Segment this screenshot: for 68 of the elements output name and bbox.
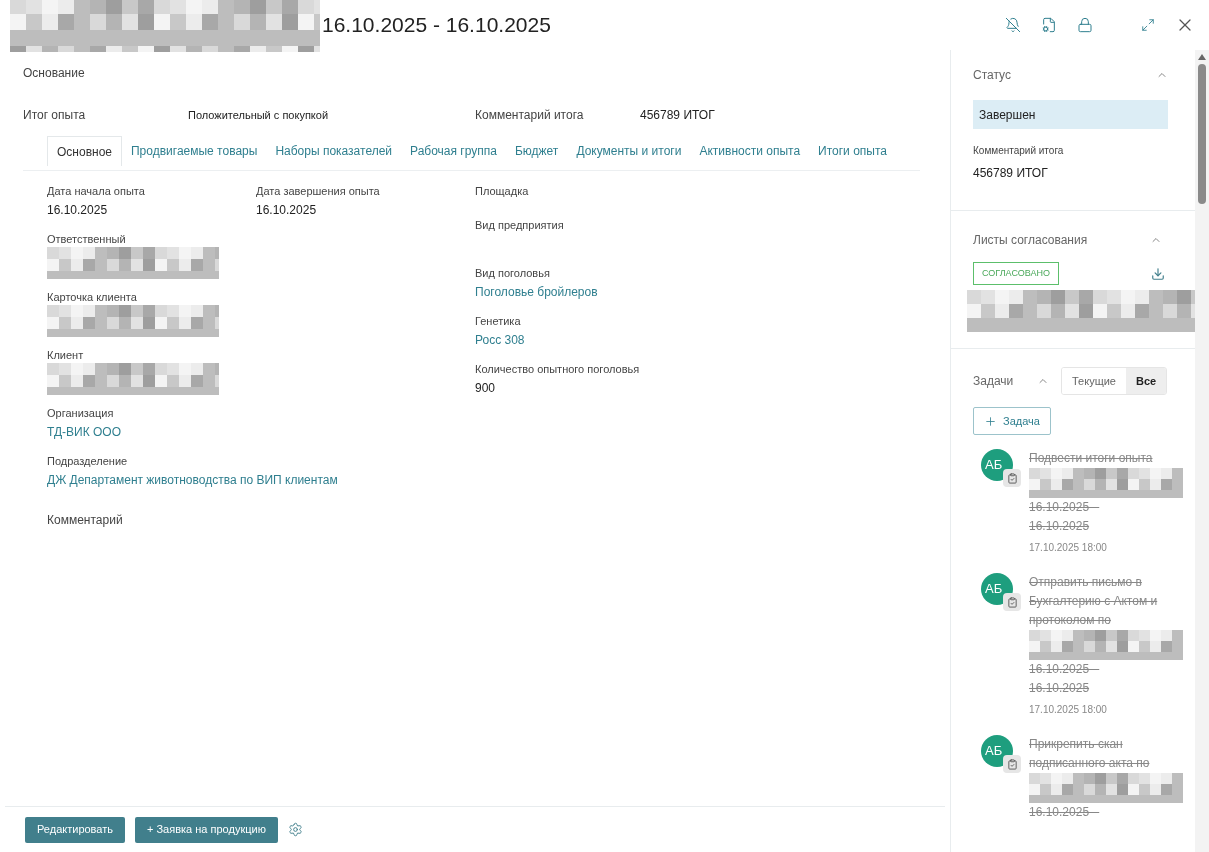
clipboard-icon (1003, 755, 1021, 773)
action-button[interactable]: + Заявка на продукцию (135, 816, 278, 843)
field-label: Карточка клиента (47, 290, 138, 305)
task-date: 16.10.2025 – (1029, 661, 1101, 678)
status-value: Завершен (973, 100, 1168, 129)
field-label: Вид предприятия (475, 218, 565, 233)
field-label: Подразделение (47, 454, 129, 469)
window-title: 16.10.2025 - 16.10.2025 (322, 12, 551, 39)
tab[interactable]: Документы и итоги (567, 136, 691, 166)
tab[interactable]: Продвигаемые товары (122, 136, 267, 166)
task-date: 16.10.2025 – (1029, 499, 1101, 516)
clipboard-icon (1003, 593, 1021, 611)
section-title: Листы согласования (973, 232, 1088, 249)
task-date: 16.10.2025 (1029, 680, 1091, 697)
task-date: 16.10.2025 (1029, 518, 1091, 535)
tab[interactable]: Рабочая группа (401, 136, 506, 166)
result-value: Положительный с покупкой (188, 107, 330, 123)
field-label: Организация (47, 406, 115, 421)
lock-icon[interactable] (1077, 17, 1093, 33)
task-date: 16.10.2025 – (1029, 804, 1101, 821)
field-value: 900 (475, 380, 497, 397)
tab[interactable]: Бюджет (505, 136, 568, 166)
field-link[interactable]: ТД-ВИК ООО (47, 421, 121, 443)
settings-icon[interactable] (287, 822, 303, 837)
tab[interactable]: Наборы показателей (266, 136, 402, 166)
task-title[interactable]: Подвести итоги опыта (1029, 449, 1183, 468)
clipboard-icon (1003, 469, 1021, 487)
field-label: Количество опытного поголовья (475, 362, 640, 377)
tab[interactable]: Основное (47, 136, 122, 166)
scrollbar[interactable] (1195, 50, 1209, 852)
tab[interactable]: Итоги опыта (809, 136, 896, 166)
task-title[interactable]: Прикрепить скан подписанного акта по (1029, 735, 1183, 773)
result-label: Итог опыта (23, 107, 87, 124)
bell-off-icon[interactable] (1005, 17, 1021, 33)
field-label: Вид поголовья (475, 266, 551, 281)
task-title[interactable]: Отправить письмо в Бухгалтерию с Актом и протоколом по (1029, 573, 1183, 630)
download-icon[interactable] (1151, 266, 1165, 281)
field-label: Комментарий итога (973, 144, 1065, 158)
field-link[interactable]: Росс 308 (475, 329, 525, 351)
field-label: Ответственный (47, 232, 127, 247)
task-due: 17.10.2025 18:00 (1029, 541, 1108, 555)
comment-label: Комментарий итога (475, 107, 585, 124)
action-button[interactable]: Редактировать (25, 816, 125, 843)
task-due: 17.10.2025 18:00 (1029, 703, 1108, 717)
file-icon[interactable] (1041, 17, 1057, 33)
comment-heading: Комментарий (47, 512, 124, 529)
filter-tab[interactable]: Все (1125, 368, 1167, 394)
comment-value: 456789 ИТОГ (640, 107, 715, 124)
section-title: Статус (973, 67, 1011, 84)
status-badge: СОГЛАСОВАНО (973, 262, 1059, 285)
field-label: Генетика (475, 314, 522, 329)
field-label: Дата завершения опыта (256, 184, 381, 199)
add-task-button[interactable]: Задача (973, 407, 1051, 435)
tab[interactable]: Активности опыта (690, 136, 810, 166)
field-label: Площадка (475, 184, 530, 199)
scroll-thumb[interactable] (1198, 64, 1206, 204)
field-value: 456789 ИТОГ (973, 165, 1049, 182)
scroll-up-icon[interactable] (1198, 54, 1206, 60)
field-link[interactable]: ДЖ Департамент животноводства по ВИП клиентам (47, 469, 338, 491)
basis-label: Основание (23, 65, 86, 82)
field-link[interactable]: Поголовье бройлеров (475, 281, 598, 303)
section-title: Задачи (973, 373, 1015, 390)
plus-icon (984, 414, 997, 428)
field-value: 16.10.2025 (47, 202, 109, 219)
field-label: Клиент (47, 348, 85, 363)
field-label: Дата начала опыта (47, 184, 146, 199)
field-value: 16.10.2025 (256, 202, 318, 219)
expand-icon[interactable] (1141, 18, 1155, 32)
